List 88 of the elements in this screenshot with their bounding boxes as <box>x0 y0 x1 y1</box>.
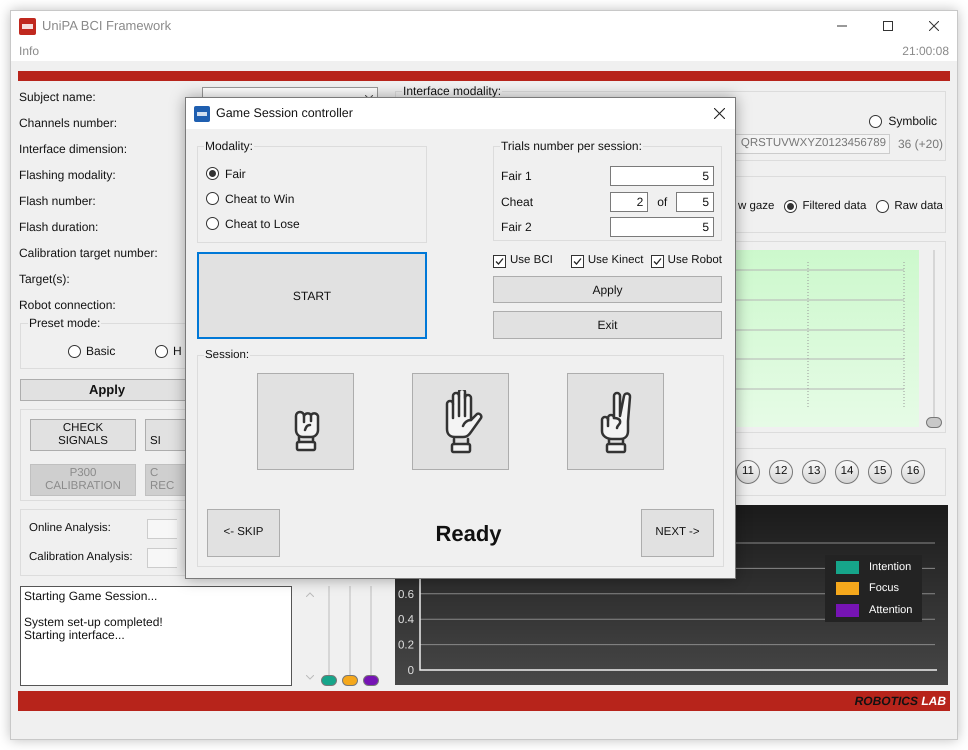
field-label: Flash number: <box>18 193 97 210</box>
channel-button[interactable]: 16 <box>901 460 925 484</box>
app-logo-icon <box>194 106 210 122</box>
radio-button[interactable] <box>869 114 882 128</box>
channel-button[interactable]: 12 <box>769 460 793 484</box>
close-icon[interactable] <box>929 21 939 31</box>
checkbox-label[interactable]: Use BCI <box>510 252 553 270</box>
radio-label[interactable]: Raw data <box>894 198 943 216</box>
character-count: 36 (+20) <box>898 136 944 153</box>
field-label: Calibration target number: <box>18 245 159 262</box>
number-field[interactable]: 5 <box>676 192 714 212</box>
axis-tick-label: 0 <box>408 665 414 677</box>
slider-thumb[interactable] <box>926 417 942 428</box>
start-button[interactable]: START <box>197 252 427 339</box>
checkbox[interactable] <box>570 254 584 268</box>
group-label: Interface modality: <box>402 85 502 98</box>
field-label: Flashing modality: <box>18 167 117 184</box>
channel-button[interactable]: 14 <box>835 460 859 484</box>
radio-button[interactable] <box>784 200 798 213</box>
field-separator: of <box>656 194 668 210</box>
axis-tick-label: 0.6 <box>398 588 414 601</box>
field-label: Interface dimension: <box>18 141 128 158</box>
close-icon[interactable] <box>714 108 725 119</box>
field-label: Target(s): <box>18 271 71 288</box>
radio-label[interactable]: w gaze <box>738 198 774 216</box>
radio-label[interactable]: Filtered data <box>802 198 866 216</box>
app-logo-icon <box>19 18 36 34</box>
checkbox[interactable] <box>493 254 506 268</box>
field-label: Flash duration: <box>18 219 100 236</box>
radio-label[interactable]: Fair <box>225 164 246 182</box>
maximize-icon[interactable] <box>883 21 893 31</box>
radio-label[interactable]: Basic <box>86 342 116 360</box>
group-label: Modality: <box>204 140 254 153</box>
slider-thumb[interactable] <box>363 675 379 686</box>
lab-logo: ROBOTICS LAB <box>854 693 946 710</box>
axis-tick-label: 0.2 <box>398 640 414 652</box>
field-label: Subject name: <box>18 89 97 106</box>
radio-button[interactable] <box>155 344 168 358</box>
legend-label: Attention <box>869 602 912 618</box>
field-label: Channels number: <box>18 115 118 132</box>
channel-button[interactable]: 11 <box>736 460 760 484</box>
slider-thumb[interactable] <box>342 675 358 686</box>
axis-tick-label: 0.4 <box>398 614 414 626</box>
group-label: Preset mode: <box>28 317 102 330</box>
gesture-button[interactable] <box>567 373 664 470</box>
window-title: UniPA BCI Framework <box>42 17 172 36</box>
field-label: Fair 1 <box>501 168 533 185</box>
field-label: Robot connection: <box>18 297 117 314</box>
gesture-button[interactable] <box>257 373 354 470</box>
characters-field[interactable]: QRSTUVWXYZ0123456789 <box>735 134 890 154</box>
legend-label: Intention <box>869 560 912 575</box>
skip-button[interactable]: <- SKIP <box>207 509 280 557</box>
action-button[interactable]: CHECK SIGNALS <box>30 419 136 451</box>
slider-thumb[interactable] <box>321 675 337 686</box>
radio-label[interactable]: H <box>173 342 182 360</box>
checkbox-label[interactable]: Use Kinect <box>588 252 644 270</box>
radio-button[interactable] <box>206 217 219 230</box>
session-status: Ready <box>435 520 502 548</box>
checkbox-label[interactable]: Use Robot <box>668 252 722 270</box>
input-field[interactable] <box>147 548 177 568</box>
input-field[interactable] <box>147 519 177 539</box>
field-label: Online Analysis: <box>28 521 112 536</box>
next-button[interactable]: NEXT -> <box>640 509 714 557</box>
apply-button[interactable]: Apply <box>493 276 722 303</box>
number-field[interactable]: 5 <box>610 217 714 238</box>
number-field[interactable]: 2 <box>610 192 648 212</box>
action-button[interactable]: SI <box>145 419 185 451</box>
exit-button[interactable]: Exit <box>493 311 722 339</box>
channel-button[interactable]: 15 <box>868 460 892 484</box>
log-area: Starting Game Session... System set-up completed! Starting interface... <box>20 586 292 686</box>
radio-button[interactable] <box>206 192 219 205</box>
radio-button[interactable] <box>68 344 81 358</box>
radio-button[interactable] <box>206 167 219 180</box>
legend-label: Focus <box>869 581 899 596</box>
radio-label[interactable]: Symbolic <box>888 112 937 130</box>
radio-label[interactable]: Cheat to Lose <box>225 214 300 232</box>
channel-button[interactable]: 13 <box>802 460 826 484</box>
group-label: Trials number per session: <box>500 140 643 153</box>
gesture-button[interactable] <box>412 373 509 470</box>
dialog-title: Game Session controller <box>216 105 353 122</box>
field-label: Fair 2 <box>501 219 533 236</box>
radio-button[interactable] <box>876 200 890 213</box>
field-label: Calibration Analysis: <box>28 550 134 566</box>
clock: 21:00:08 <box>902 43 949 60</box>
radio-label[interactable]: Cheat to Win <box>225 190 294 208</box>
checkbox[interactable] <box>650 254 664 268</box>
field-label: Cheat <box>501 194 534 210</box>
number-field[interactable]: 5 <box>610 166 714 186</box>
